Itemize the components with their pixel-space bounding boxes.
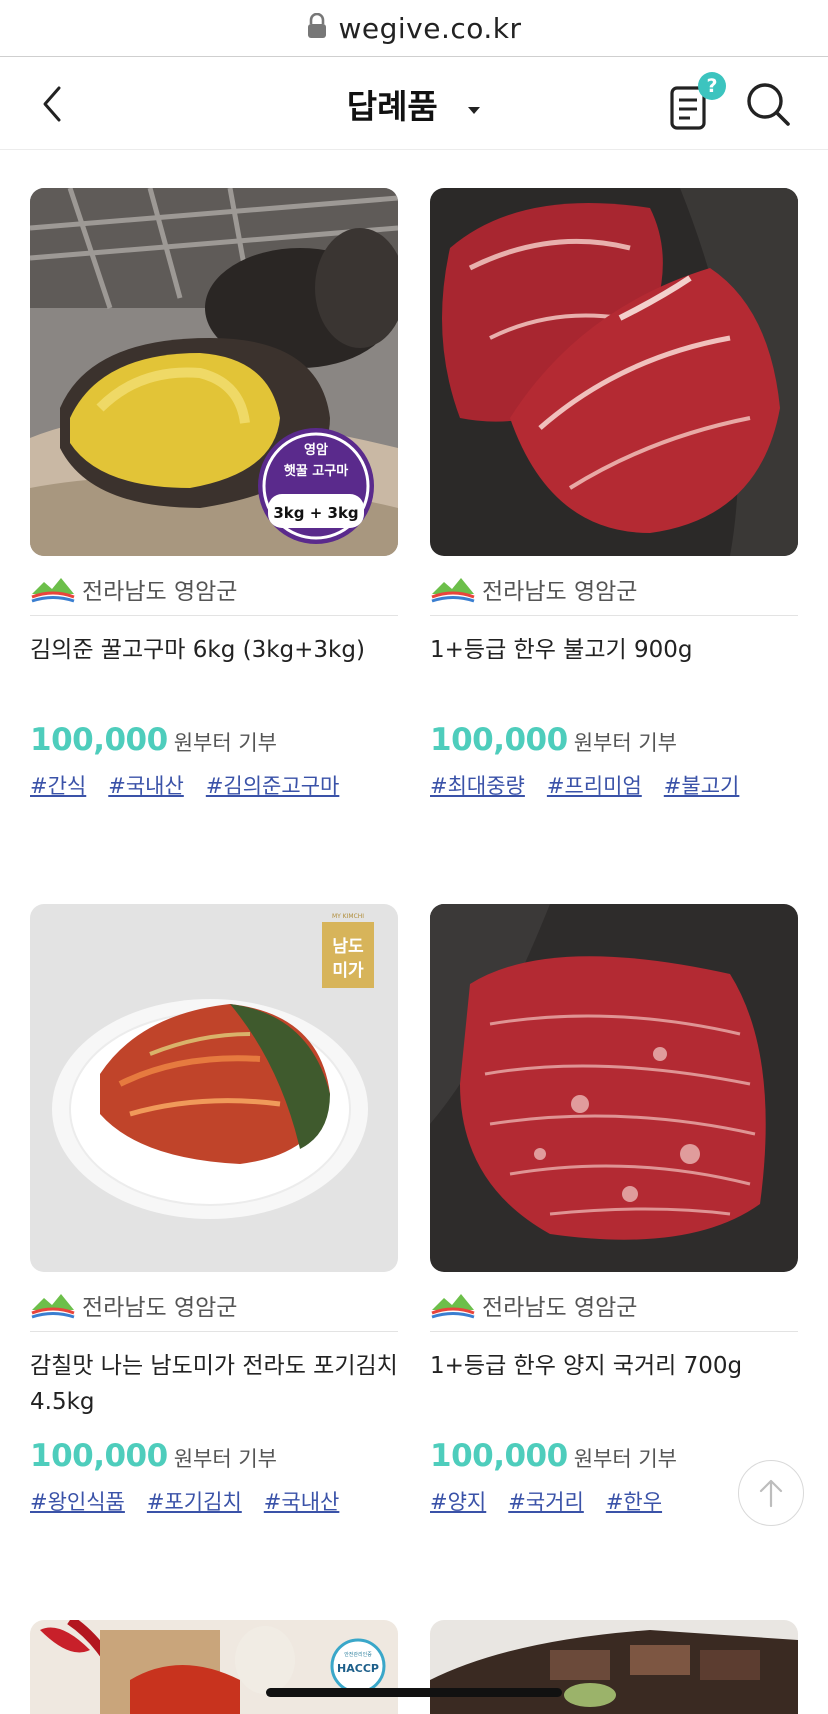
region-row: 전라남도 영암군 [30, 570, 398, 616]
tag-link[interactable]: #포기김치 [147, 1486, 242, 1516]
app-header: 답례품 ? [0, 58, 828, 150]
brand-top: MY KIMCHI [332, 913, 364, 920]
tag-link[interactable]: #최대중량 [430, 770, 525, 800]
tag-list: #왕인식품 #포기김치 #국내산 [30, 1486, 398, 1516]
mountain-logo-icon [31, 577, 75, 602]
product-image-bulgogi[interactable] [430, 188, 798, 556]
badge-line1: 영암 [304, 442, 328, 458]
product-title[interactable]: 1+등급 한우 양지 국거리 700g [430, 1348, 798, 1420]
badge-line2: 햇꿀 고구마 [284, 463, 348, 479]
tag-link[interactable]: #국내산 [264, 1486, 340, 1516]
tag-link[interactable]: #왕인식품 [30, 1486, 125, 1516]
mountain-logo-icon [431, 577, 475, 602]
price-row: 100,000 원부터 기부 [430, 1438, 798, 1474]
product-card[interactable] [430, 1620, 798, 1714]
arrow-up-icon [759, 1479, 783, 1508]
region-name: 전라남도 영암군 [82, 578, 238, 605]
price: 100,000 [30, 1438, 168, 1474]
browser-url-bar[interactable]: wegive.co.kr [0, 0, 828, 57]
lock-icon [306, 12, 328, 39]
tag-list: #최대중량 #프리미엄 #불고기 [430, 770, 798, 800]
product-title[interactable]: 김의준 꿀고구마 6kg (3kg+3kg) [30, 632, 398, 704]
product-title[interactable]: 1+등급 한우 불고기 900g [430, 632, 798, 704]
tag-link[interactable]: #한우 [606, 1486, 662, 1516]
price: 100,000 [430, 1438, 568, 1474]
brand-line2: 미가 [332, 961, 364, 981]
mountain-logo-icon [431, 1293, 475, 1318]
region-name: 전라남도 영암군 [482, 578, 638, 605]
search-button[interactable] [744, 80, 792, 128]
help-badge: ? [698, 72, 726, 100]
region-row: 전라남도 영암군 [30, 1286, 398, 1332]
region-name: 전라남도 영암군 [82, 1294, 238, 1321]
product-title[interactable]: 감칠맛 나는 남도미가 전라도 포기김치 4.5kg [30, 1348, 398, 1420]
mountain-logo-icon [31, 1293, 75, 1318]
product-card[interactable]: 전라남도 영암군 1+등급 한우 양지 국거리 700g 100,000 원부터… [430, 904, 798, 1516]
haccp-main: HACCP [337, 1662, 379, 1675]
product-card[interactable]: 전라남도 영암군 1+등급 한우 불고기 900g 100,000 원부터 기부… [430, 188, 798, 800]
price: 100,000 [430, 722, 568, 758]
scroll-top-button[interactable] [738, 1460, 804, 1526]
price-suffix: 원부터 기부 [173, 731, 277, 755]
brand-line1: 남도 [332, 937, 364, 957]
page-title: 답례품 [346, 87, 438, 126]
product-image-sweet-potato[interactable]: 영암 햇꿀 고구마 3kg + 3kg [30, 188, 398, 556]
notes-button[interactable]: ? [666, 72, 726, 134]
region-row: 전라남도 영암군 [430, 570, 798, 616]
tag-link[interactable]: #양지 [430, 1486, 486, 1516]
tag-link[interactable]: #국거리 [508, 1486, 584, 1516]
product-image-brisket[interactable] [430, 904, 798, 1272]
tag-link[interactable]: #간식 [30, 770, 86, 800]
region-name: 전라남도 영암군 [482, 1294, 638, 1321]
product-card[interactable]: MY KIMCHI 남도 미가 전라남도 영암군 감칠맛 나는 남도미가 전라도… [30, 904, 398, 1516]
product-image-kimchi[interactable]: MY KIMCHI 남도 미가 [30, 904, 398, 1272]
product-card[interactable]: 안전관리인증 HACCP [30, 1620, 398, 1714]
price-suffix: 원부터 기부 [573, 1447, 677, 1471]
badge-line3: 3kg + 3kg [273, 504, 358, 522]
haccp-top: 안전관리인증 [344, 1651, 372, 1658]
price-row: 100,000 원부터 기부 [430, 722, 798, 758]
tag-link[interactable]: #김의준고구마 [206, 770, 340, 800]
url-text: wegive.co.kr [338, 11, 522, 45]
home-indicator [266, 1688, 562, 1697]
tag-link[interactable]: #프리미엄 [547, 770, 642, 800]
product-card[interactable]: 영암 햇꿀 고구마 3kg + 3kg 전라남도 영암군 김의준 꿀고구마 6k… [30, 188, 398, 800]
search-icon [747, 83, 790, 126]
price-suffix: 원부터 기부 [173, 1447, 277, 1471]
price-row: 100,000 원부터 기부 [30, 1438, 398, 1474]
caret-down-icon [467, 85, 481, 124]
tag-link[interactable]: #국내산 [108, 770, 184, 800]
product-image-giftbox[interactable] [430, 1620, 798, 1714]
price-suffix: 원부터 기부 [573, 731, 677, 755]
product-image-kimchi-2[interactable]: 안전관리인증 HACCP [30, 1620, 398, 1714]
price-row: 100,000 원부터 기부 [30, 722, 398, 758]
tag-link[interactable]: #불고기 [664, 770, 740, 800]
tag-list: #간식 #국내산 #김의준고구마 [30, 770, 398, 800]
region-row: 전라남도 영암군 [430, 1286, 798, 1332]
price: 100,000 [30, 722, 168, 758]
